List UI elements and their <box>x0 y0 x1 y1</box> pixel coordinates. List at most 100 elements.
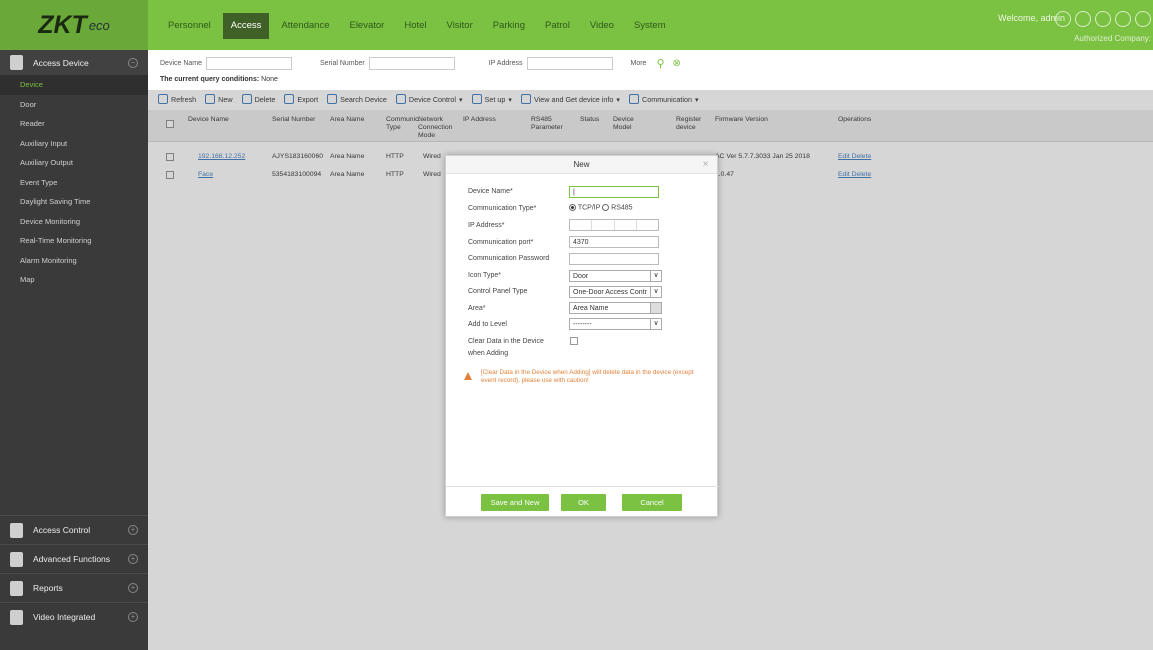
icon-type-label: Icon Type* <box>468 272 501 279</box>
cancel-button[interactable]: Cancel <box>622 494 682 511</box>
rs485-label: RS485 <box>611 204 633 212</box>
sidebar-section-label: Access Control <box>33 525 91 535</box>
area-select[interactable]: Area Name <box>569 302 662 314</box>
sidebar-item-auxiliary-output[interactable]: Auxiliary Output <box>0 153 148 173</box>
password-label: Communication Password <box>468 255 550 262</box>
nav-hotel[interactable]: Hotel <box>396 13 434 39</box>
sidebar-section-access-control[interactable]: Access Control + <box>0 515 148 544</box>
serial-label: Serial Number <box>320 59 365 67</box>
ip-input[interactable] <box>526 56 613 70</box>
rs485-radio[interactable] <box>602 204 610 211</box>
nav-video[interactable]: Video <box>582 13 622 39</box>
lock-icon <box>10 522 23 538</box>
collapse-icon[interactable]: − <box>128 57 138 68</box>
new-device-dialog: New × Device Name* | Communication Type*… <box>445 155 719 518</box>
area-value: Area Name <box>573 305 609 312</box>
panel-type-select[interactable]: One-Door Access Contr ∨ <box>569 286 662 298</box>
info-icon[interactable] <box>1075 11 1091 27</box>
icon-type-value: Door <box>573 273 589 280</box>
port-label: Communication port* <box>468 239 534 246</box>
nav-system[interactable]: System <box>626 13 674 39</box>
close-icon[interactable]: × <box>700 159 711 170</box>
conditions-label: The current query conditions: <box>160 76 260 83</box>
level-label: Add to Level <box>468 321 507 328</box>
sidebar-item-map[interactable]: Map <box>0 270 148 290</box>
sidebar: Access Device − Device Door Reader Auxil… <box>0 50 148 650</box>
warning-text: [Clear Data in the Device when Adding] w… <box>481 369 694 384</box>
nav-attendance[interactable]: Attendance <box>273 13 337 39</box>
sidebar-section-label: Access Device <box>33 57 89 68</box>
sidebar-item-auxiliary-input[interactable]: Auxiliary Input <box>0 134 148 154</box>
ip-label: IP Address* <box>468 222 505 229</box>
query-bar: Device Name Serial Number IP Address Mor… <box>160 56 681 70</box>
nav-visitor[interactable]: Visitor <box>439 13 481 39</box>
icon-type-select[interactable]: Door ∨ <box>569 270 662 282</box>
sidebar-item-alarm-monitoring[interactable]: Alarm Monitoring <box>0 251 148 271</box>
sidebar-section-label: Advanced Functions <box>33 554 111 564</box>
sidebar-item-door[interactable]: Door <box>0 95 148 115</box>
clear-data-label-2: when Adding <box>468 350 509 357</box>
user-icon[interactable] <box>1055 11 1071 27</box>
ip-octet-1[interactable] <box>570 220 593 230</box>
clear-data-label: Clear Data in the Device <box>468 338 544 345</box>
sidebar-item-reader[interactable]: Reader <box>0 114 148 134</box>
zkteco-logo: ZKT eco <box>0 0 148 50</box>
device-name-field[interactable]: | <box>569 186 659 198</box>
query-conditions: The current query conditions: None <box>160 76 278 83</box>
sidebar-item-device[interactable]: Device <box>0 75 148 95</box>
password-field[interactable] <box>569 253 659 265</box>
ip-octet-4[interactable] <box>637 220 658 230</box>
dialog-footer: Save and New OK Cancel <box>446 486 719 518</box>
panel-type-value: One-Door Access Contr <box>573 289 647 296</box>
account-icon[interactable] <box>1115 11 1131 27</box>
video-icon <box>10 609 23 625</box>
top-navigation: Personnel Access Attendance Elevator Hot… <box>160 13 674 39</box>
sidebar-section-access-device[interactable]: Access Device − <box>0 50 148 75</box>
tcpip-radio[interactable] <box>569 204 576 211</box>
chevron-down-icon: ∨ <box>650 271 661 281</box>
device-name-label: Device Name* <box>468 188 513 195</box>
warning-message: [Clear Data in the Device when Adding] w… <box>464 369 709 385</box>
sidebar-item-event-type[interactable]: Event Type <box>0 173 148 193</box>
expand-icon[interactable]: + <box>128 583 138 593</box>
tcpip-label: TCP/IP <box>577 204 601 212</box>
chevron-down-icon: ∨ <box>650 287 661 297</box>
sidebar-section-reports[interactable]: Reports + <box>0 573 148 602</box>
ip-address-field[interactable] <box>569 219 659 231</box>
nav-patrol[interactable]: Patrol <box>537 13 578 39</box>
ok-button[interactable]: OK <box>561 494 606 511</box>
expand-icon[interactable]: + <box>128 525 138 535</box>
ip-octet-3[interactable] <box>615 220 637 230</box>
sidebar-item-real-time-monitoring[interactable]: Real-Time Monitoring <box>0 231 148 251</box>
nav-elevator[interactable]: Elevator <box>341 13 392 39</box>
sidebar-bottom-sections: Access Control + Advanced Functions + Re… <box>0 515 148 631</box>
sidebar-section-video-integrated[interactable]: Video Integrated + <box>0 602 148 631</box>
level-select[interactable]: -------- ∨ <box>569 318 662 330</box>
expand-icon[interactable]: + <box>128 612 138 622</box>
reports-icon <box>10 580 23 596</box>
port-field[interactable]: 4370 <box>569 236 659 248</box>
save-and-new-button[interactable]: Save and New <box>481 494 549 511</box>
search-icon[interactable]: ⚲ <box>656 57 664 70</box>
advanced-icon <box>10 551 23 567</box>
power-icon[interactable] <box>1135 11 1151 27</box>
area-label: Area* <box>468 305 486 312</box>
ip-octet-2[interactable] <box>592 220 615 230</box>
expand-icon[interactable]: + <box>128 554 138 564</box>
more-dropdown[interactable]: More <box>631 60 647 67</box>
nav-personnel[interactable]: Personnel <box>160 13 219 39</box>
help-icon[interactable] <box>1095 11 1111 27</box>
sidebar-item-daylight-saving[interactable]: Daylight Saving Time <box>0 192 148 212</box>
nav-access[interactable]: Access <box>222 13 270 39</box>
clear-icon[interactable]: ⊗ <box>673 58 681 69</box>
area-picker-icon[interactable] <box>650 303 661 313</box>
conditions-value: None <box>261 76 278 83</box>
nav-parking[interactable]: Parking <box>485 13 533 39</box>
comm-type-label: Communication Type* <box>468 205 537 212</box>
device-name-input[interactable] <box>206 56 293 70</box>
level-value: -------- <box>573 321 592 328</box>
clear-data-checkbox[interactable] <box>570 337 578 345</box>
sidebar-item-device-monitoring[interactable]: Device Monitoring <box>0 212 148 232</box>
serial-input[interactable] <box>368 56 455 70</box>
sidebar-section-advanced-functions[interactable]: Advanced Functions + <box>0 544 148 573</box>
